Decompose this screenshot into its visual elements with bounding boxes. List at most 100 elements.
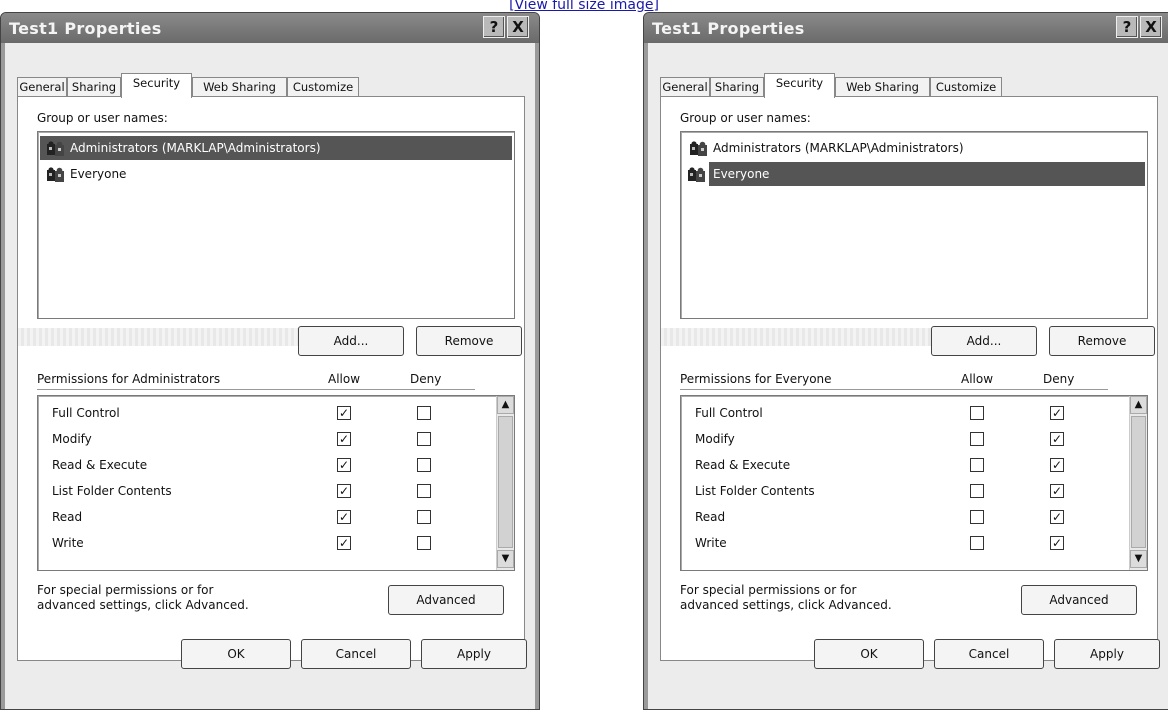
permission-row: Read (52, 504, 82, 530)
allow-checkbox[interactable] (970, 432, 984, 446)
permission-name: Read (52, 510, 83, 524)
apply-button[interactable]: Apply (1054, 639, 1160, 669)
permission-row: Write (52, 530, 84, 556)
dialog-client-area: General Sharing Security Web Sharing Customi… (5, 43, 535, 709)
remove-button[interactable]: Remove (416, 326, 522, 356)
user-list-item[interactable]: Everyone (40, 162, 512, 186)
advanced-hint-text: For special permissions or for advanced … (680, 583, 892, 612)
dialog-title: Test1 Properties (652, 19, 805, 38)
ok-button[interactable]: OK (181, 639, 291, 669)
scroll-thumb[interactable] (1131, 416, 1146, 548)
allow-checkbox[interactable] (970, 406, 984, 420)
allow-header: Allow (961, 372, 994, 386)
permission-row: Read & Execute (695, 452, 790, 478)
tab-customize[interactable]: Customize (930, 77, 1002, 96)
dialog-title: Test1 Properties (9, 19, 162, 38)
permission-row: Write (695, 530, 727, 556)
header-divider (680, 389, 1108, 390)
close-button[interactable]: X (1140, 16, 1162, 38)
permission-name: List Folder Contents (695, 484, 815, 498)
permission-row: Full Control (52, 400, 120, 426)
user-name: Administrators (MARKLAP\Administrators) (713, 141, 964, 155)
tab-general[interactable]: General (17, 77, 67, 96)
advanced-button[interactable]: Advanced (1021, 585, 1137, 615)
deny-checkbox[interactable]: ✓ (1050, 432, 1064, 446)
user-group-icon (688, 166, 705, 182)
permission-name: Read & Execute (52, 458, 148, 472)
tab-sharing[interactable]: Sharing (710, 77, 764, 96)
scroll-thumb[interactable] (498, 416, 513, 548)
user-name: Everyone (713, 167, 770, 181)
deny-checkbox[interactable]: ✓ (1050, 484, 1064, 498)
permissions-label: Permissions for Administrators (37, 372, 221, 386)
allow-checkbox[interactable] (970, 458, 984, 472)
permissions-list[interactable]: Full Control ✓ Modify ✓ Read & Execute ✓ List … (680, 395, 1148, 571)
user-group-icon (47, 140, 64, 156)
deny-header: Deny (410, 372, 442, 386)
permissions-list[interactable]: Full Control ✓ Modify ✓ Read & Execute ✓ List … (37, 395, 515, 571)
user-group-icon (47, 166, 64, 182)
permission-name: Modify (52, 432, 92, 446)
tab-general[interactable]: General (660, 77, 710, 96)
scroll-up-icon[interactable]: ▲ (1130, 396, 1147, 414)
allow-checkbox[interactable]: ✓ (337, 484, 351, 498)
permission-row: Read & Execute (52, 452, 147, 478)
deny-checkbox[interactable] (417, 510, 431, 524)
remove-button[interactable]: Remove (1049, 326, 1155, 356)
tab-security[interactable]: Security (121, 73, 192, 98)
tab-web-sharing[interactable]: Web Sharing (192, 77, 287, 96)
cancel-button[interactable]: Cancel (301, 639, 411, 669)
close-button[interactable]: X (507, 16, 529, 38)
allow-checkbox[interactable]: ✓ (337, 406, 351, 420)
dialog-client-area: General Sharing Security Web Sharing Customi… (648, 43, 1168, 709)
user-list-item[interactable]: Administrators (MARKLAP\Administrators) (40, 136, 512, 160)
scroll-down-icon[interactable]: ▼ (1130, 550, 1147, 568)
title-bar[interactable]: Test1 Properties? X (1, 13, 539, 43)
deny-checkbox[interactable]: ✓ (1050, 406, 1064, 420)
permission-name: Full Control (695, 406, 763, 420)
allow-checkbox[interactable] (970, 536, 984, 550)
allow-checkbox[interactable] (970, 484, 984, 498)
deny-checkbox[interactable]: ✓ (1050, 458, 1064, 472)
scroll-up-icon[interactable]: ▲ (497, 396, 514, 414)
tab-sharing[interactable]: Sharing (67, 77, 121, 96)
scroll-down-icon[interactable]: ▼ (497, 550, 514, 568)
permissions-label: Permissions for Everyone (680, 372, 832, 386)
permission-row: Modify (52, 426, 92, 452)
add-button[interactable]: Add... (298, 326, 404, 356)
user-list-item[interactable]: Everyone (709, 162, 1145, 186)
deny-checkbox[interactable] (417, 484, 431, 498)
deny-checkbox[interactable] (417, 458, 431, 472)
cancel-button[interactable]: Cancel (934, 639, 1044, 669)
help-button[interactable]: ? (483, 16, 505, 38)
allow-checkbox[interactable]: ✓ (337, 536, 351, 550)
permission-name: Read (695, 510, 726, 524)
permission-name: Read & Execute (695, 458, 791, 472)
allow-checkbox[interactable] (970, 510, 984, 524)
deny-checkbox[interactable] (417, 536, 431, 550)
security-tab-panel: Group or user names: Administrators (MARK… (660, 96, 1158, 661)
help-button[interactable]: ? (1116, 16, 1138, 38)
user-list[interactable]: Administrators (MARKLAP\Administrators) E… (37, 131, 515, 319)
deny-checkbox[interactable]: ✓ (1050, 536, 1064, 550)
ok-button[interactable]: OK (814, 639, 924, 669)
permissions-scrollbar[interactable]: ▲ ▼ (1129, 396, 1147, 570)
allow-checkbox[interactable]: ✓ (337, 510, 351, 524)
tab-security[interactable]: Security (764, 73, 835, 98)
user-name: Administrators (MARKLAP\Administrators) (70, 141, 321, 155)
user-list[interactable]: Administrators (MARKLAP\Administrators) E… (680, 131, 1148, 319)
deny-header: Deny (1043, 372, 1075, 386)
allow-checkbox[interactable]: ✓ (337, 432, 351, 446)
add-button[interactable]: Add... (931, 326, 1037, 356)
deny-checkbox[interactable] (417, 432, 431, 446)
permissions-scrollbar[interactable]: ▲ ▼ (496, 396, 514, 570)
apply-button[interactable]: Apply (421, 639, 527, 669)
deny-checkbox[interactable]: ✓ (1050, 510, 1064, 524)
advanced-button[interactable]: Advanced (388, 585, 504, 615)
allow-checkbox[interactable]: ✓ (337, 458, 351, 472)
title-bar[interactable]: Test1 Properties? X (644, 13, 1168, 43)
deny-checkbox[interactable] (417, 406, 431, 420)
tab-web-sharing[interactable]: Web Sharing (835, 77, 930, 96)
tab-customize[interactable]: Customize (287, 77, 359, 96)
user-list-item[interactable]: Administrators (MARKLAP\Administrators) (683, 136, 1145, 160)
